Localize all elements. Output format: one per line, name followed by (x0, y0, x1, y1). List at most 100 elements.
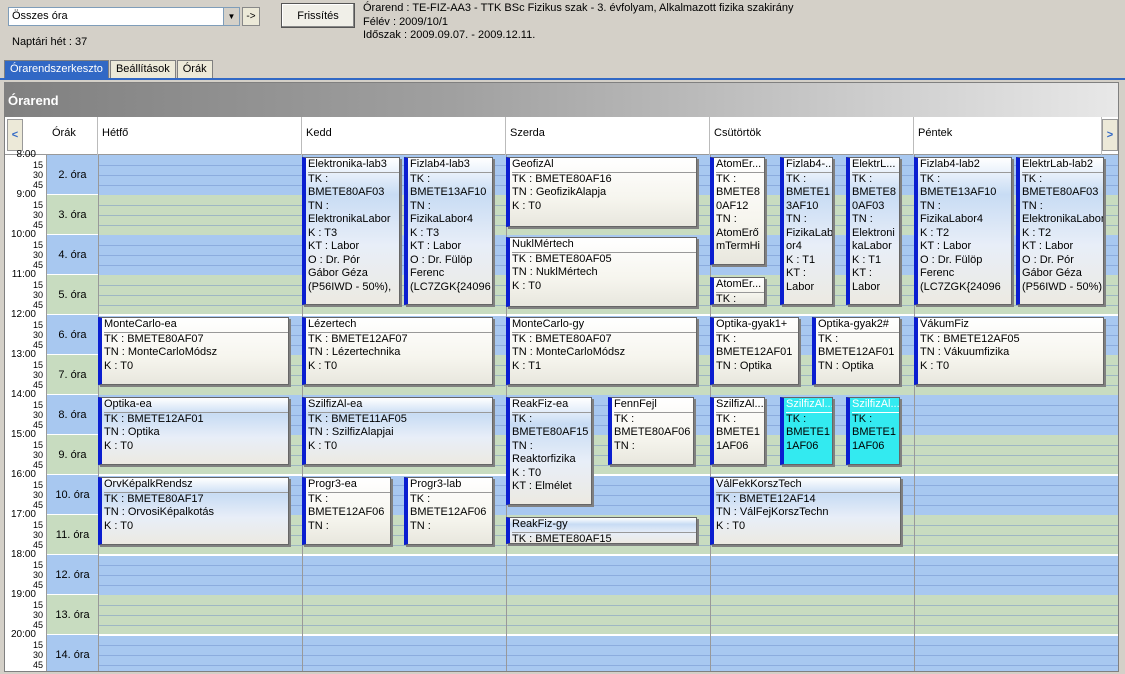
course-title: FennFejl (614, 398, 693, 413)
course-card[interactable]: OrvKépalkRendsz TK : BMETE80AF17 TN : Orvo… (98, 477, 289, 545)
course-card[interactable]: ReakFiz-ea TK : BMETE80AF15 TN : Reaktorfizi… (506, 397, 592, 505)
course-detail: K : T0 (512, 466, 542, 479)
refresh-button[interactable]: Frissítés (281, 3, 355, 28)
quarter-label: 30 (32, 250, 43, 260)
course-detail: TK : (852, 172, 873, 185)
course-card[interactable]: Optika-gyak2# TK : BMETE12AF01 TN : Optika (812, 317, 900, 385)
course-card[interactable]: VákumFiz TK : BMETE12AF05 TN : Vákuumfizik… (914, 317, 1104, 385)
course-detail: 0AF03 (852, 199, 885, 212)
row-separator (98, 634, 1118, 636)
course-card[interactable]: SzilfizAl... TK : BMETE1 1AF06 (780, 397, 833, 465)
tab-timetable-editor[interactable]: Órarendszerkeszto (4, 60, 109, 78)
lesson-label: 14. óra (47, 635, 98, 671)
course-card[interactable]: Optika-gyak1+ TK : BMETE12AF01 TN : Optika (710, 317, 799, 385)
grid-line (98, 645, 1118, 646)
course-detail: ElektronikaLabor (308, 213, 391, 225)
prev-arrow-icon[interactable]: < (7, 119, 23, 151)
course-card[interactable]: ElektrLab-lab2 TK : BMETE80AF03 TN : Elektro… (1016, 157, 1104, 305)
course-detail: K : T1 (786, 253, 816, 266)
course-detail: Labor (786, 280, 815, 293)
period-label: Időszak : 2009.09.07. - 2009.12.11. (363, 29, 536, 41)
course-detail: TK : (716, 292, 737, 305)
course-detail: BMETE12AF06 (410, 506, 487, 518)
course-title: MonteCarlo-ea (104, 318, 288, 333)
quarter-label: 15 (32, 280, 43, 290)
hours-column-header: Órák (47, 117, 98, 155)
quarter-label: 30 (32, 570, 43, 580)
tab-underline (0, 78, 1125, 80)
course-detail: TK : (786, 412, 807, 425)
course-detail: ElektronikaLabor (1022, 213, 1104, 225)
grid-line (98, 465, 1118, 466)
panel-title: Órarend (5, 83, 1118, 117)
timetable-panel: Órarend < Órák Hétfő Kedd Szerda Csütört… (4, 82, 1119, 672)
course-card[interactable]: GeofizAl TK : BMETE80AF16 TN : GeofizikAla… (506, 157, 697, 227)
course-card[interactable]: Progr3-ea TK : BMETE12AF06 TN : (302, 477, 391, 545)
course-title: Fizlab4-lab2 (920, 158, 1011, 173)
calendar-week-label: Naptári hét : 37 (12, 36, 88, 48)
course-card[interactable]: Elektronika-lab3 TK : BMETE80AF03 TN : Elekt… (302, 157, 400, 305)
day-header-friday: Péntek (914, 117, 1102, 155)
course-detail: or4 (786, 240, 802, 252)
course-detail: TK : (852, 412, 873, 425)
course-card[interactable]: SzilfizAl-ea TK : BMETE11AF05 TN : Szilfiz… (302, 397, 493, 465)
course-card[interactable]: MonteCarlo-gy TK : BMETE80AF07 TN : MonteC… (506, 317, 697, 385)
day-header: < Órák Hétfő Kedd Szerda Csütörtök Pénte… (5, 117, 1118, 155)
quarter-label: 30 (32, 330, 43, 340)
time-label: 8:00 (16, 149, 36, 160)
course-card[interactable]: MonteCarlo-ea TK : BMETE80AF07 TN : MonteC… (98, 317, 289, 385)
quarter-label: 45 (32, 660, 43, 670)
course-card[interactable]: NuklMértech TK : BMETE80AF05 TN : NuklMért… (506, 237, 697, 307)
course-title: GeofizAl (512, 158, 696, 173)
grid-line (98, 385, 1118, 386)
course-card[interactable]: SzilfizAl... TK : BMETE1 1AF06 (710, 397, 765, 465)
course-detail: TN : OrvosiKépalkotás (104, 506, 215, 518)
course-detail: TN : SzilfizAlapjai (308, 426, 394, 438)
tab-settings[interactable]: Beállítások (109, 60, 176, 78)
course-card[interactable]: AtomEr... TK : (710, 277, 765, 305)
course-detail: K : T0 (716, 519, 746, 532)
course-card[interactable]: VálFekKorszTech TK : BMETE12AF14 TN : VálF… (710, 477, 901, 545)
course-card[interactable]: ReakFiz-gy TK : BMETE80AF15 (506, 517, 697, 544)
chevron-down-icon[interactable]: ▼ (223, 8, 239, 25)
course-title: VákumFiz (920, 318, 1103, 333)
course-detail: K : T2 (920, 226, 950, 239)
time-label: 17:00 (10, 509, 36, 520)
course-detail: BMETE1 (852, 426, 897, 438)
course-detail: K : T0 (104, 519, 134, 532)
hours-filter-select[interactable]: Összes óra ▼ (8, 7, 240, 26)
course-detail: KT : Labor (1022, 240, 1074, 252)
course-detail: TN : Lézertechnika (308, 346, 401, 358)
go-button[interactable]: -> (242, 7, 260, 26)
course-card[interactable]: Lézertech TK : BMETE12AF07 TN : Lézertechn… (302, 317, 493, 385)
course-card[interactable]: Fizlab4-... TK : BMETE1 3AF10 TN : FizikaLab o… (780, 157, 833, 305)
course-card[interactable]: AtomEr... TK : BMETE8 0AF12 TN : AtomErő mTerm… (710, 157, 765, 265)
course-detail: K : T3 (308, 226, 338, 239)
course-detail: TK : (410, 172, 431, 185)
course-detail: KT : Labor (308, 240, 360, 252)
course-card[interactable]: Progr3-lab TK : BMETE12AF06 TN : (404, 477, 493, 545)
course-detail: K : T0 (512, 199, 542, 212)
course-card[interactable]: SzilfizAl... TK : BMETE1 1AF06 (846, 397, 900, 465)
course-title: Optika-gyak2# (818, 318, 899, 333)
course-card[interactable]: ElektrL... TK : BMETE8 0AF03 TN : Elektroni ka… (846, 157, 900, 305)
course-card[interactable]: Optika-ea TK : BMETE12AF01 TN : Optika K : … (98, 397, 289, 465)
course-card[interactable]: FennFejl TK : BMETE80AF06 TN : (608, 397, 694, 465)
day-header-wednesday: Szerda (506, 117, 710, 155)
course-title: SzilfizAl-ea (308, 398, 492, 413)
course-card[interactable]: Fizlab4-lab3 TK : BMETE13AF10 TN : FizikaLab… (404, 157, 493, 305)
course-card[interactable]: Fizlab4-lab2 TK : BMETE13AF10 TN : FizikaLab… (914, 157, 1012, 305)
tab-lessons[interactable]: Órák (176, 60, 213, 78)
next-arrow-icon[interactable]: > (1102, 119, 1118, 151)
quarter-label: 15 (32, 480, 43, 490)
time-label: 9:00 (16, 189, 36, 200)
course-detail: TN : (308, 199, 329, 212)
course-title: OrvKépalkRendsz (104, 478, 288, 493)
course-detail: TK : BMETE12AF14 (716, 492, 816, 505)
course-detail: TK : BMETE80AF15 (512, 532, 612, 544)
course-title: NuklMértech (512, 238, 696, 253)
course-detail: K : T0 (512, 279, 542, 292)
timetable-name: Órarend : TE-FIZ-AA3 - TTK BSc Fizikus s… (363, 2, 794, 14)
quarter-label: 30 (32, 490, 43, 500)
hours-filter-value: Összes óra (12, 10, 68, 22)
